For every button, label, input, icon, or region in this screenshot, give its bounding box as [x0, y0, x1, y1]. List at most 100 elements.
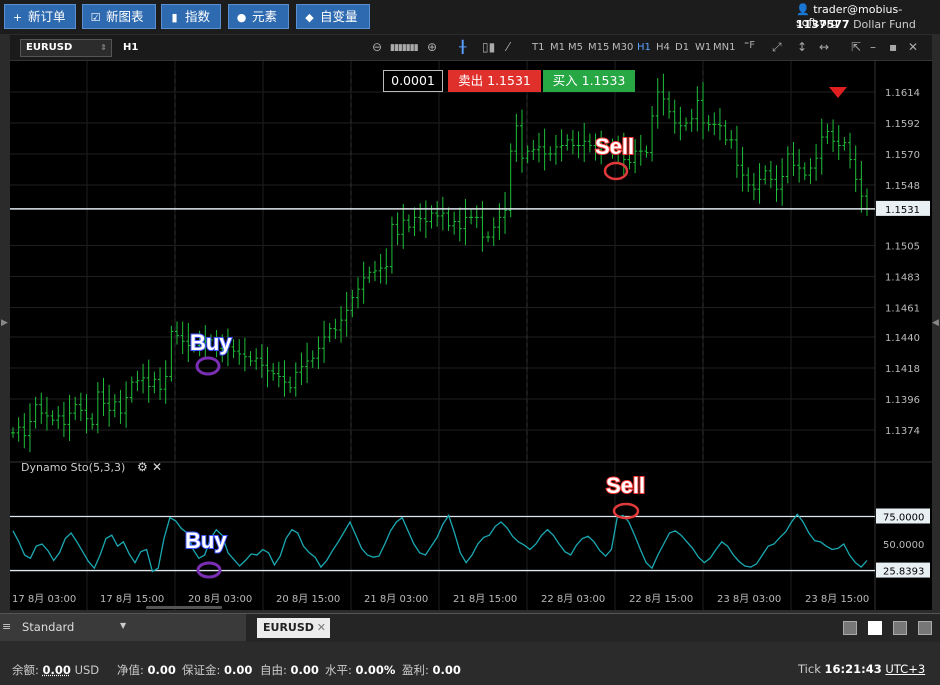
chart-area[interactable]: 1.1614 1.1592 1.1570 1.1548 1.1505 1.1483 1.14…	[10, 61, 932, 610]
bar-type-icon[interactable]: ╂	[459, 40, 466, 54]
zoom-slider[interactable]: ▮▮▮▮▮▮▮	[390, 43, 419, 53]
symbol-selector[interactable]: EURUSD ⇕	[20, 39, 112, 57]
close-icon[interactable]: ✕	[908, 40, 918, 54]
balance-label: 余额:	[12, 663, 39, 677]
right-panel-toggle-icon[interactable]: ◀	[932, 318, 939, 328]
layout-single-icon[interactable]	[843, 621, 857, 635]
account-name: Dollar Fund	[853, 18, 916, 31]
workspace-selector[interactable]: Standard	[22, 620, 74, 634]
free-margin-value: 0.00	[290, 663, 319, 677]
maximize-icon[interactable]: ▪	[889, 40, 897, 54]
chart-header: EURUSD ⇕ H1 ⊖ ▮▮▮▮▮▮▮ ⊕ ╂ ▯▮ ⁄ T1 M1 M5 M15 M…	[10, 35, 932, 61]
equity-value: 0.00	[147, 663, 176, 677]
plus-icon: +	[12, 11, 23, 24]
candle-type-icon[interactable]: ▯▮	[482, 40, 495, 54]
account-info[interactable]: 👤 trader@mobius-soft.org 1137577 Dollar …	[792, 1, 938, 33]
y-tick-label: 1.1418	[885, 364, 920, 375]
x-axis: 17 8月 03:00 17 8月 15:00 20 8月 03:00 20 8月 1…	[12, 593, 869, 605]
chart-window: EURUSD ⇕ H1 ⊖ ▮▮▮▮▮▮▮ ⊕ ╂ ▯▮ ⁄ T1 M1 M5 M15 M…	[10, 35, 932, 610]
tab-eurusd[interactable]: EURUSD ✕	[257, 618, 330, 638]
free-margin-label: 自由:	[260, 663, 287, 677]
timeframe-mn1[interactable]: MN1	[713, 42, 735, 53]
fib-icon[interactable]: ⁼F	[744, 40, 755, 51]
minimize-icon[interactable]: –	[870, 40, 876, 54]
currency-label: USD	[74, 663, 100, 677]
lot-input[interactable]: 0.0001	[383, 70, 443, 92]
scale-horizontal-icon[interactable]: ↔	[819, 40, 829, 54]
close-tab-icon[interactable]: ✕	[317, 618, 326, 638]
variables-button[interactable]: ◆ 自变量	[296, 4, 370, 29]
chart-icon: ☑	[90, 11, 101, 24]
gear-icon[interactable]: ⚙	[137, 460, 148, 474]
period-end-marker-icon	[829, 87, 847, 98]
y-tick-label: 1.1440	[885, 333, 920, 344]
layout-rows-icon[interactable]	[918, 621, 932, 635]
shapes-icon: ●	[236, 11, 247, 24]
current-price-label: 1.1531	[885, 205, 920, 216]
profit-value: 0.00	[432, 663, 461, 677]
new-chart-button[interactable]: ☑ 新图表	[82, 4, 156, 29]
left-panel-toggle-icon[interactable]: ▶	[1, 318, 8, 328]
y-tick-label: 1.1483	[885, 272, 920, 283]
tab-strip	[246, 614, 940, 642]
timeframe-t1[interactable]: T1	[532, 42, 544, 53]
y-tick-label: 1.1548	[885, 181, 920, 192]
buy-button[interactable]: 买入 1.1533	[543, 70, 635, 92]
scale-vertical-icon[interactable]: ↕	[797, 40, 807, 54]
sell-button[interactable]: 卖出 1.1531	[448, 70, 541, 92]
x-tick-label: 23 8月 15:00	[805, 593, 869, 605]
margin-level-label: 水平:	[325, 663, 352, 677]
tab-bar: ≡ Standard ▼ EURUSD ✕	[0, 613, 940, 642]
scale-diagonal-icon[interactable]: ⤢	[772, 40, 782, 55]
clock: 16:21:43	[824, 662, 882, 676]
layout-grid-icon[interactable]	[868, 621, 882, 635]
line-type-icon[interactable]: ⁄	[507, 40, 509, 54]
timeframe-m30[interactable]: M30	[612, 42, 633, 53]
y-tick-label: 1.1614	[885, 88, 920, 99]
y-tick-label: 1.1570	[885, 150, 920, 161]
timeframe-d1[interactable]: D1	[675, 42, 689, 53]
x-tick-label: 21 8月 03:00	[364, 593, 428, 605]
timeframe-h1[interactable]: H1	[637, 42, 651, 53]
level-50-label: 50.0000	[883, 540, 924, 551]
buy-annotation: Buy	[190, 330, 232, 355]
close-indicator-icon[interactable]: ✕	[152, 460, 162, 474]
updown-icon: ⇕	[100, 43, 107, 52]
sell-annotation: Sell	[595, 134, 634, 159]
layout-columns-icon[interactable]	[893, 621, 907, 635]
diamond-icon: ◆	[305, 11, 314, 24]
detach-icon[interactable]: ⇱	[851, 40, 861, 54]
timeframe-m1[interactable]: M1	[550, 42, 565, 53]
top-toolbar: + 新订单 ☑ 新图表 ▮ 指数 ● 元素 ◆ 自变量 👤 trader@mobius-s…	[0, 0, 940, 34]
tick-label: Tick	[798, 662, 821, 676]
chevron-down-icon[interactable]: ▼	[120, 621, 126, 630]
timeframe-w1[interactable]: W1	[695, 42, 711, 53]
y-tick-label: 1.1396	[885, 395, 920, 406]
indicator-line	[12, 513, 868, 573]
zoom-in-icon[interactable]: ⊕	[427, 40, 437, 54]
x-tick-label: 20 8月 03:00	[188, 593, 252, 605]
buy-marker	[195, 356, 221, 376]
x-tick-label: 22 8月 03:00	[541, 593, 605, 605]
level-75-label: 75.0000	[883, 513, 924, 524]
x-tick-label: 22 8月 15:00	[629, 593, 693, 605]
level-25-label: 25.8393	[883, 567, 924, 578]
margin-label: 保证金:	[182, 663, 221, 677]
indicators-button[interactable]: ▮ 指数	[161, 4, 221, 29]
new-order-button[interactable]: + 新订单	[4, 4, 76, 29]
account-number: 1137577	[796, 18, 850, 31]
x-tick-label: 21 8月 15:00	[453, 593, 517, 605]
buy-indicator-annotation: Buy	[185, 528, 227, 553]
zoom-out-icon[interactable]: ⊖	[372, 40, 382, 54]
menu-icon[interactable]: ≡	[2, 620, 11, 633]
elements-button[interactable]: ● 元素	[228, 4, 289, 29]
timeframe-h4[interactable]: H4	[656, 42, 670, 53]
indicator-title: Dynamo Sto(5,3,3)	[21, 461, 126, 474]
current-timeframe: H1	[123, 42, 139, 53]
margin-level-value: 0.00%	[355, 663, 396, 677]
timeframe-m15[interactable]: M15	[588, 42, 609, 53]
y-tick-label: 1.1461	[885, 303, 920, 314]
timezone-selector[interactable]: UTC+3	[885, 662, 925, 676]
timeframe-m5[interactable]: M5	[568, 42, 583, 53]
status-bar: 余额: 0.00 USD 净值: 0.00 保证金: 0.00 自由: 0.00…	[0, 652, 940, 685]
